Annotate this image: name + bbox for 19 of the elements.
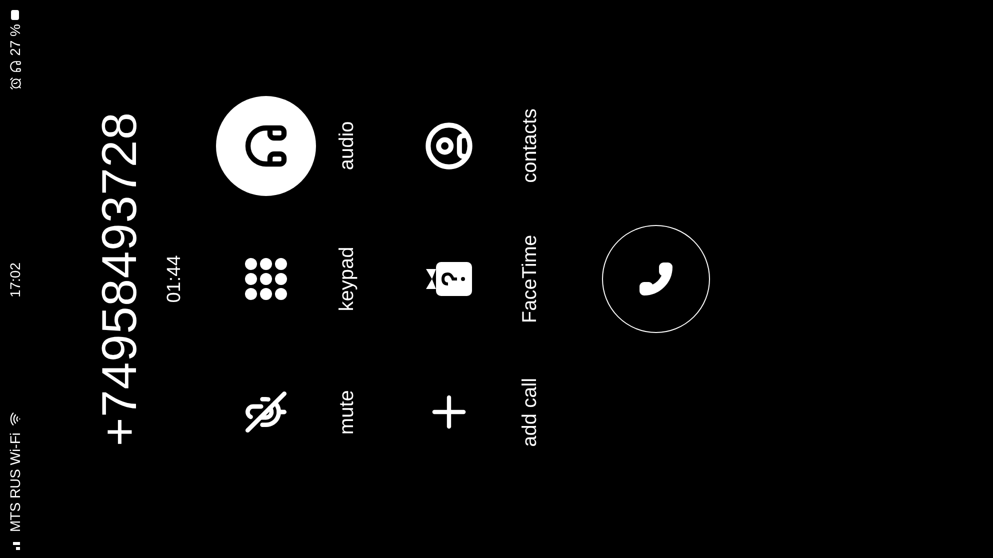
- control-label: mute: [336, 390, 359, 435]
- status-time: 17:02: [7, 262, 23, 298]
- control-label: add call: [519, 378, 542, 447]
- battery-icon: [11, 10, 19, 20]
- wifi-icon: [8, 412, 22, 426]
- control-label: audio: [336, 121, 359, 170]
- battery-percent: 27 %: [7, 24, 23, 56]
- contacts-icon: [424, 120, 474, 171]
- phone-number: +74958493728: [92, 110, 148, 448]
- control-label: keypad: [336, 246, 359, 312]
- phone-icon: [638, 261, 674, 297]
- mute-icon: [244, 390, 288, 434]
- carrier-name: MTS RUS Wi-Fi: [7, 432, 23, 532]
- headphones-icon: [8, 60, 22, 73]
- call-duration: 01:44: [164, 254, 186, 305]
- alarm-icon: [8, 76, 22, 90]
- control-label: contacts: [519, 108, 542, 183]
- keypad-icon: [244, 257, 288, 302]
- control-label: FaceTime: [519, 234, 542, 324]
